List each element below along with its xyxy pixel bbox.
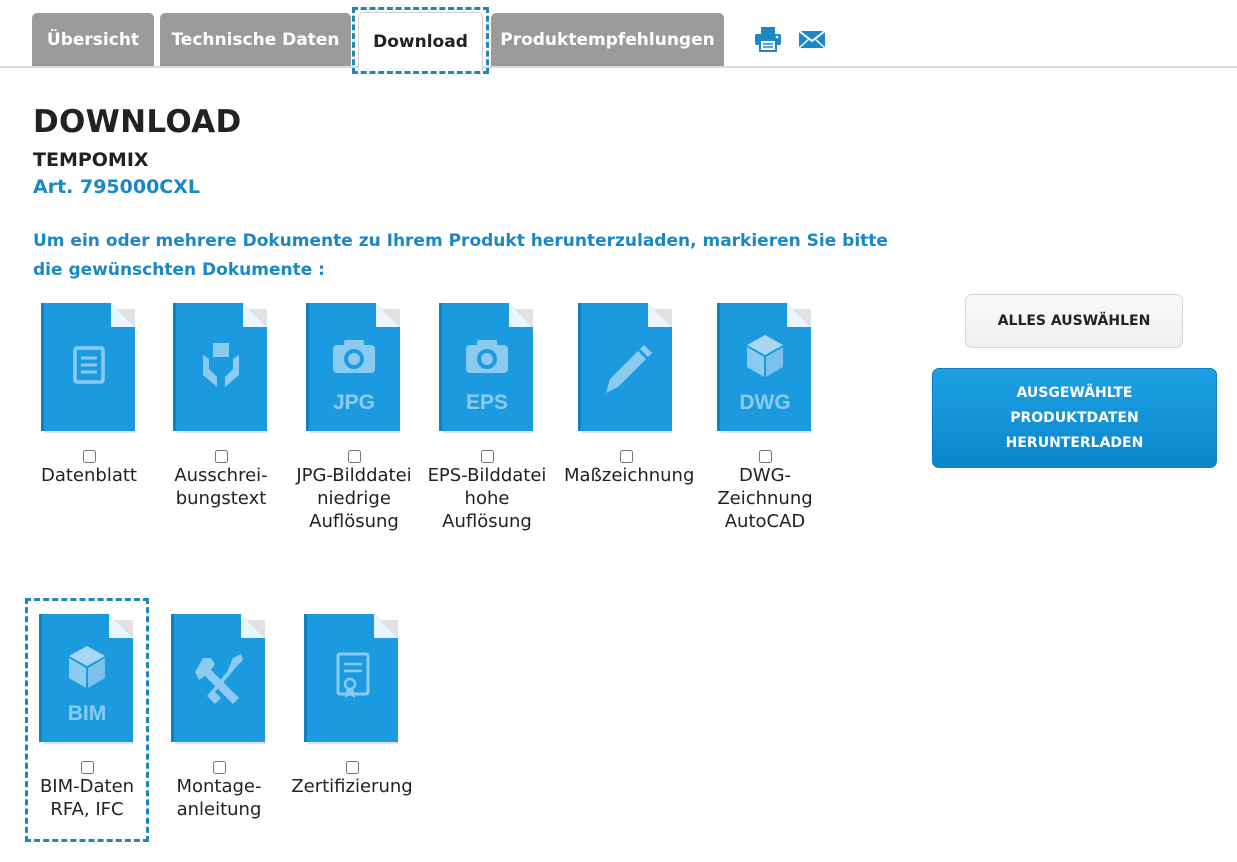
doc-eps-bilddatei: EPS EPS-Bilddatei hohe Auflösung — [425, 303, 549, 533]
doc-checkbox-bim[interactable] — [80, 761, 94, 774]
doc-dwg-zeichnung: DWG DWG-Zeichnung AutoCAD — [693, 303, 837, 533]
doc-checkbox-zertifizierung[interactable] — [345, 761, 359, 774]
file-badge-text: DWG — [739, 391, 790, 414]
tab-download[interactable]: Download — [358, 12, 483, 70]
doc-label: Montage- anleitung — [176, 776, 262, 820]
instruction-text: Um ein oder mehrere Dokumente zu Ihrem P… — [33, 231, 888, 280]
doc-masszeichnung: Maßzeichnung — [564, 303, 695, 487]
doc-montageanleitung: Montage- anleitung — [157, 614, 281, 821]
doc-label: JPG-Bilddatei niedrige Auflösung — [296, 465, 412, 532]
doc-checkbox-dwg[interactable] — [758, 450, 772, 463]
product-name: TEMPOMIX — [33, 149, 149, 171]
tab-uebersicht[interactable]: Übersicht — [32, 13, 154, 66]
tab-technische-daten[interactable]: Technische Daten — [160, 13, 351, 66]
certificate-icon[interactable] — [304, 614, 400, 744]
doc-label: Zertifizierung — [291, 776, 413, 797]
page-title: DOWNLOAD — [33, 104, 242, 140]
doc-checkbox-eps[interactable] — [480, 450, 494, 463]
doc-checkbox-ausschreibungstext[interactable] — [214, 450, 228, 463]
printer-icon[interactable] — [754, 26, 782, 52]
tab-produktempfehlungen[interactable]: Produktempfehlungen — [491, 13, 724, 66]
doc-checkbox-datenblatt[interactable] — [82, 450, 96, 463]
download-selected-button[interactable]: AUSGEWÄHLTE PRODUKTDATEN HERUNTERLADEN — [932, 368, 1217, 468]
file-badge-text: JPG — [333, 391, 375, 414]
file-badge-text: BIM — [68, 702, 107, 725]
doc-label: Datenblatt — [40, 465, 137, 486]
doc-ausschreibungstext: Ausschrei- bungstext — [159, 303, 283, 510]
document-icon[interactable] — [41, 303, 137, 433]
doc-label: EPS-Bilddatei hohe Auflösung — [427, 465, 547, 532]
doc-checkbox-jpg[interactable] — [347, 450, 361, 463]
pencil-icon[interactable] — [578, 303, 674, 433]
camera-icon[interactable]: EPS — [439, 303, 535, 433]
doc-checkbox-masszeichnung[interactable] — [619, 450, 633, 463]
doc-zertifizierung: Zertifizierung — [290, 614, 414, 798]
cube-icon[interactable]: DWG — [717, 303, 813, 433]
doc-label: BIM-Daten RFA, IFC — [39, 776, 135, 820]
doc-datenblatt: Datenblatt — [27, 303, 151, 487]
file-badge-text: EPS — [466, 391, 508, 414]
hands-box-icon[interactable] — [173, 303, 269, 433]
doc-jpg-bilddatei: JPG JPG-Bilddatei niedrige Auflösung — [292, 303, 416, 533]
doc-label: DWG-Zeichnung AutoCAD — [717, 465, 813, 532]
select-all-button[interactable]: ALLES AUSWÄHLEN — [965, 294, 1183, 348]
tools-icon[interactable] — [171, 614, 267, 744]
tab-bar: Übersicht Technische Daten Download Prod… — [0, 0, 1237, 70]
article-number: Art. 795000CXL — [33, 176, 201, 198]
doc-checkbox-montageanleitung[interactable] — [212, 761, 226, 774]
doc-bim-daten: BIM BIM-Daten RFA, IFC — [25, 614, 149, 821]
camera-icon[interactable]: JPG — [306, 303, 402, 433]
cube-icon[interactable]: BIM — [39, 614, 135, 744]
doc-label: Ausschrei- bungstext — [174, 465, 268, 509]
doc-label: Maßzeichnung — [564, 465, 695, 486]
envelope-icon[interactable] — [798, 26, 826, 52]
